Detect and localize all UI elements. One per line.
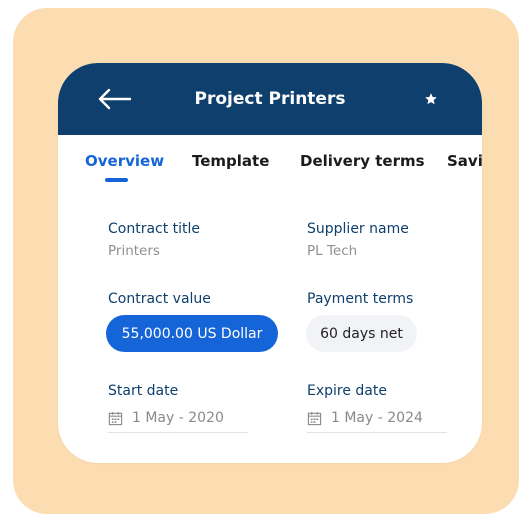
supplier-name-label: Supplier name bbox=[307, 221, 409, 237]
start-date-value: 1 May - 2020 bbox=[132, 410, 224, 426]
tab-overview[interactable]: Overview bbox=[85, 151, 164, 171]
contract-title-value: Printers bbox=[108, 243, 160, 259]
expire-date-value: 1 May - 2024 bbox=[331, 410, 423, 426]
app-header: Project Printers bbox=[58, 63, 482, 135]
contract-value-label: Contract value bbox=[108, 291, 211, 307]
start-date-label: Start date bbox=[108, 383, 179, 399]
expire-date-field[interactable]: 1 May - 2024 bbox=[307, 404, 423, 432]
tab-savings[interactable]: Savi bbox=[447, 151, 482, 171]
contract-value-chip[interactable]: 55,000.00 US Dollar bbox=[106, 315, 278, 352]
expire-date-label: Expire date bbox=[307, 383, 387, 399]
contract-title-label: Contract title bbox=[108, 221, 201, 237]
expire-date-underline bbox=[307, 432, 447, 433]
payment-terms-chip[interactable]: 60 days net bbox=[306, 315, 417, 352]
start-date-field[interactable]: 1 May - 2020 bbox=[108, 404, 224, 432]
supplier-name-value: PL Tech bbox=[307, 243, 358, 259]
page-title: Project Printers bbox=[194, 89, 346, 109]
phone-screen: Project Printers Overview Template Deliv… bbox=[58, 63, 482, 463]
payment-terms-label: Payment terms bbox=[307, 291, 414, 307]
calendar-icon bbox=[307, 411, 322, 425]
tab-delivery-terms[interactable]: Delivery terms bbox=[300, 151, 425, 171]
calendar-icon bbox=[108, 411, 123, 425]
active-tab-indicator bbox=[105, 178, 128, 182]
start-date-underline bbox=[108, 432, 248, 433]
star-icon[interactable] bbox=[424, 92, 438, 106]
tab-template[interactable]: Template bbox=[192, 151, 269, 171]
